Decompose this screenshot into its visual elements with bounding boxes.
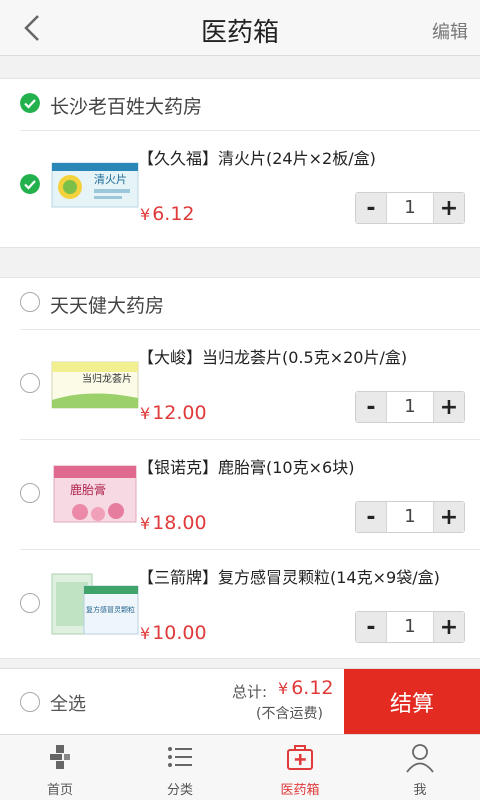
checkout-bar: 全选 总计: ¥6.12 (不含运费) 结算 [0, 668, 480, 735]
edit-button[interactable]: 编辑 [432, 18, 468, 44]
product-box-text: 清火片 [94, 173, 127, 186]
check-circle-icon [20, 174, 40, 194]
quantity-stepper: - 1 + [355, 391, 465, 423]
product-box-text: 当归龙荟片 [82, 372, 132, 385]
item-checkbox[interactable] [20, 174, 40, 194]
medicine-box-icon [287, 745, 313, 770]
product-name[interactable]: 【银诺克】鹿胎膏(10克×6块) [138, 454, 354, 478]
tab-me[interactable]: 我 [360, 735, 480, 800]
tab-home[interactable]: 首页 [0, 735, 120, 800]
increase-button[interactable]: + [434, 612, 464, 642]
product-price: ¥12.00 [140, 402, 207, 424]
tab-label: 首页 [46, 783, 73, 798]
product-name[interactable]: 【三箭牌】复方感冒灵颗粒(14克×9袋/盒) [138, 564, 440, 588]
shipping-note: (不含运费) [256, 706, 323, 722]
circle-icon [20, 483, 40, 503]
increase-button[interactable]: + [434, 502, 464, 532]
store-name: 长沙老百姓大药房 [50, 96, 203, 118]
increase-button[interactable]: + [434, 392, 464, 422]
circle-icon [20, 692, 40, 712]
total-amount: ¥6.12 [278, 677, 334, 699]
store-name: 天天健大药房 [50, 295, 165, 317]
product-name[interactable]: 【久久福】清火片(24片×2板/盒) [138, 145, 376, 169]
page-title: 医药箱 [200, 18, 279, 48]
checkout-button[interactable]: 结算 [344, 669, 480, 735]
increase-button[interactable]: + [434, 193, 464, 223]
decrease-button[interactable]: - [356, 612, 386, 642]
product-name[interactable]: 【大峻】当归龙荟片(0.5克×20片/盒) [138, 344, 407, 368]
cart-item: 清火片 【久久福】清火片(24片×2板/盒) ¥6.12 - 1 + [20, 131, 480, 241]
user-icon [406, 744, 434, 773]
tab-label: 医药箱 [280, 783, 320, 798]
select-all-checkbox[interactable] [20, 692, 40, 712]
circle-icon [20, 373, 40, 393]
quantity-input[interactable]: 1 [386, 612, 434, 642]
item-checkbox[interactable] [20, 593, 40, 613]
circle-icon [20, 593, 40, 613]
item-checkbox[interactable] [20, 373, 40, 393]
total-label: 总计: [232, 683, 268, 701]
product-box-text: 复方感冒灵颗粒 [86, 605, 135, 614]
product-price: ¥6.12 [140, 203, 195, 225]
product-image[interactable]: 鹿胎膏 [50, 458, 140, 528]
item-checkbox[interactable] [20, 483, 40, 503]
product-box-text: 鹿胎膏 [70, 482, 106, 497]
tab-label: 分类 [166, 783, 193, 798]
quantity-input[interactable]: 1 [386, 193, 434, 223]
decrease-button[interactable]: - [356, 193, 386, 223]
product-price: ¥18.00 [140, 512, 207, 534]
tab-label: 我 [413, 783, 427, 798]
bottom-nav: 首页 分类 医药箱 我 [0, 734, 480, 800]
product-price: ¥10.00 [140, 622, 207, 644]
store-checkbox[interactable] [20, 93, 40, 113]
circle-icon [20, 292, 40, 312]
quantity-stepper: - 1 + [355, 192, 465, 224]
product-image[interactable]: 复方感冒灵颗粒 [50, 568, 140, 638]
home-icon [50, 745, 70, 769]
cart-item: 鹿胎膏 【银诺克】鹿胎膏(10克×6块) ¥18.00 - 1 + [20, 440, 480, 550]
store-header: 天天健大药房 [20, 278, 480, 330]
quantity-input[interactable]: 1 [386, 392, 434, 422]
product-image[interactable]: 当归龙荟片 [50, 348, 140, 418]
store-header: 长沙老百姓大药房 [20, 79, 480, 131]
decrease-button[interactable]: - [356, 502, 386, 532]
check-circle-icon [20, 93, 40, 113]
product-image[interactable]: 清火片 [50, 149, 140, 219]
store-section: 长沙老百姓大药房 清火片 【久久福】清火片(24片×2板/盒) ¥6.12 - … [0, 78, 480, 248]
quantity-input[interactable]: 1 [386, 502, 434, 532]
cart-item: 当归龙荟片 【大峻】当归龙荟片(0.5克×20片/盒) ¥12.00 - 1 + [20, 330, 480, 440]
tab-category[interactable]: 分类 [120, 735, 240, 800]
quantity-stepper: - 1 + [355, 501, 465, 533]
top-bar: 医药箱 编辑 [0, 0, 480, 56]
cart-item: 复方感冒灵颗粒 【三箭牌】复方感冒灵颗粒(14克×9袋/盒) ¥10.00 - … [20, 550, 480, 660]
category-list-icon [168, 747, 192, 767]
tab-medicine-box[interactable]: 医药箱 [240, 735, 360, 800]
decrease-button[interactable]: - [356, 392, 386, 422]
select-all-label[interactable]: 全选 [50, 690, 86, 716]
quantity-stepper: - 1 + [355, 611, 465, 643]
store-section: 天天健大药房 当归龙荟片 【大峻】当归龙荟片(0.5克×20片/盒) ¥12.0… [0, 277, 480, 659]
store-checkbox[interactable] [20, 292, 40, 312]
